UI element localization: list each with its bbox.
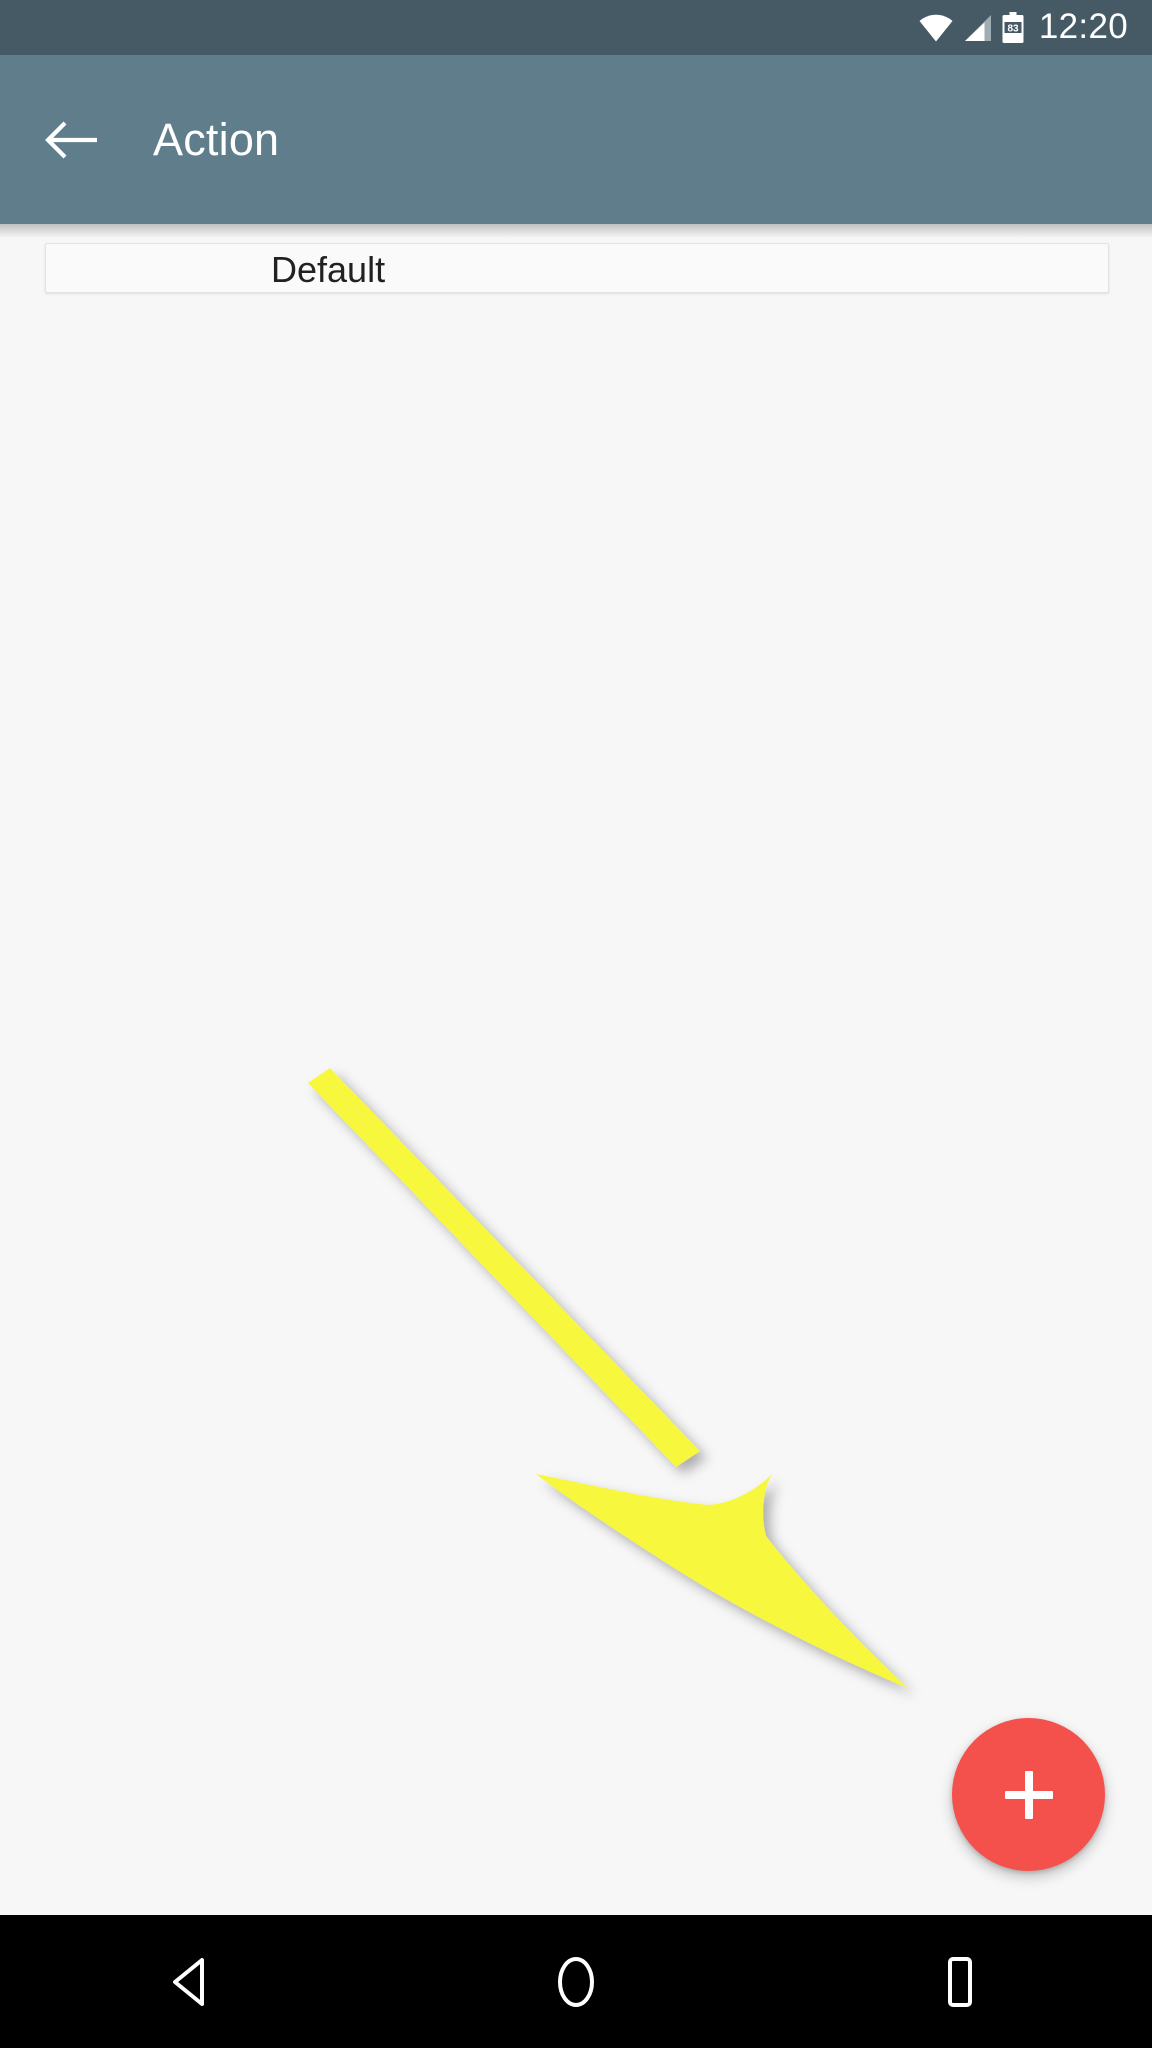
status-bar: 83 12:20 bbox=[0, 0, 1152, 55]
content-area: Default bbox=[0, 224, 1152, 1915]
wifi-icon bbox=[919, 14, 953, 42]
battery-icon: 83 bbox=[1001, 11, 1025, 44]
nav-recents-button[interactable] bbox=[768, 1915, 1152, 2048]
plus-icon bbox=[1004, 1770, 1053, 1819]
nav-home-button[interactable] bbox=[384, 1915, 768, 2048]
annotation-arrow-icon bbox=[308, 1068, 908, 1688]
nav-recents-square-icon bbox=[939, 1955, 981, 2009]
nav-back-button[interactable] bbox=[0, 1915, 384, 2048]
status-bar-icons: 83 bbox=[919, 11, 1025, 44]
nav-home-circle-icon bbox=[553, 1954, 599, 2010]
phone-screen: 83 12:20 Action Default bbox=[0, 0, 1152, 2048]
nav-back-triangle-icon bbox=[169, 1956, 215, 2008]
cellular-signal-icon bbox=[962, 14, 992, 42]
battery-level-text: 83 bbox=[1007, 23, 1019, 34]
add-fab-button[interactable] bbox=[952, 1718, 1105, 1871]
back-button[interactable] bbox=[40, 109, 102, 171]
list-item[interactable]: Default bbox=[45, 243, 1109, 293]
android-navigation-bar bbox=[0, 1915, 1152, 2048]
app-bar: Action bbox=[0, 55, 1152, 224]
status-bar-clock: 12:20 bbox=[1038, 7, 1128, 46]
list-item-label: Default bbox=[271, 249, 386, 290]
back-arrow-icon bbox=[43, 118, 99, 162]
page-title: Action bbox=[153, 114, 280, 165]
